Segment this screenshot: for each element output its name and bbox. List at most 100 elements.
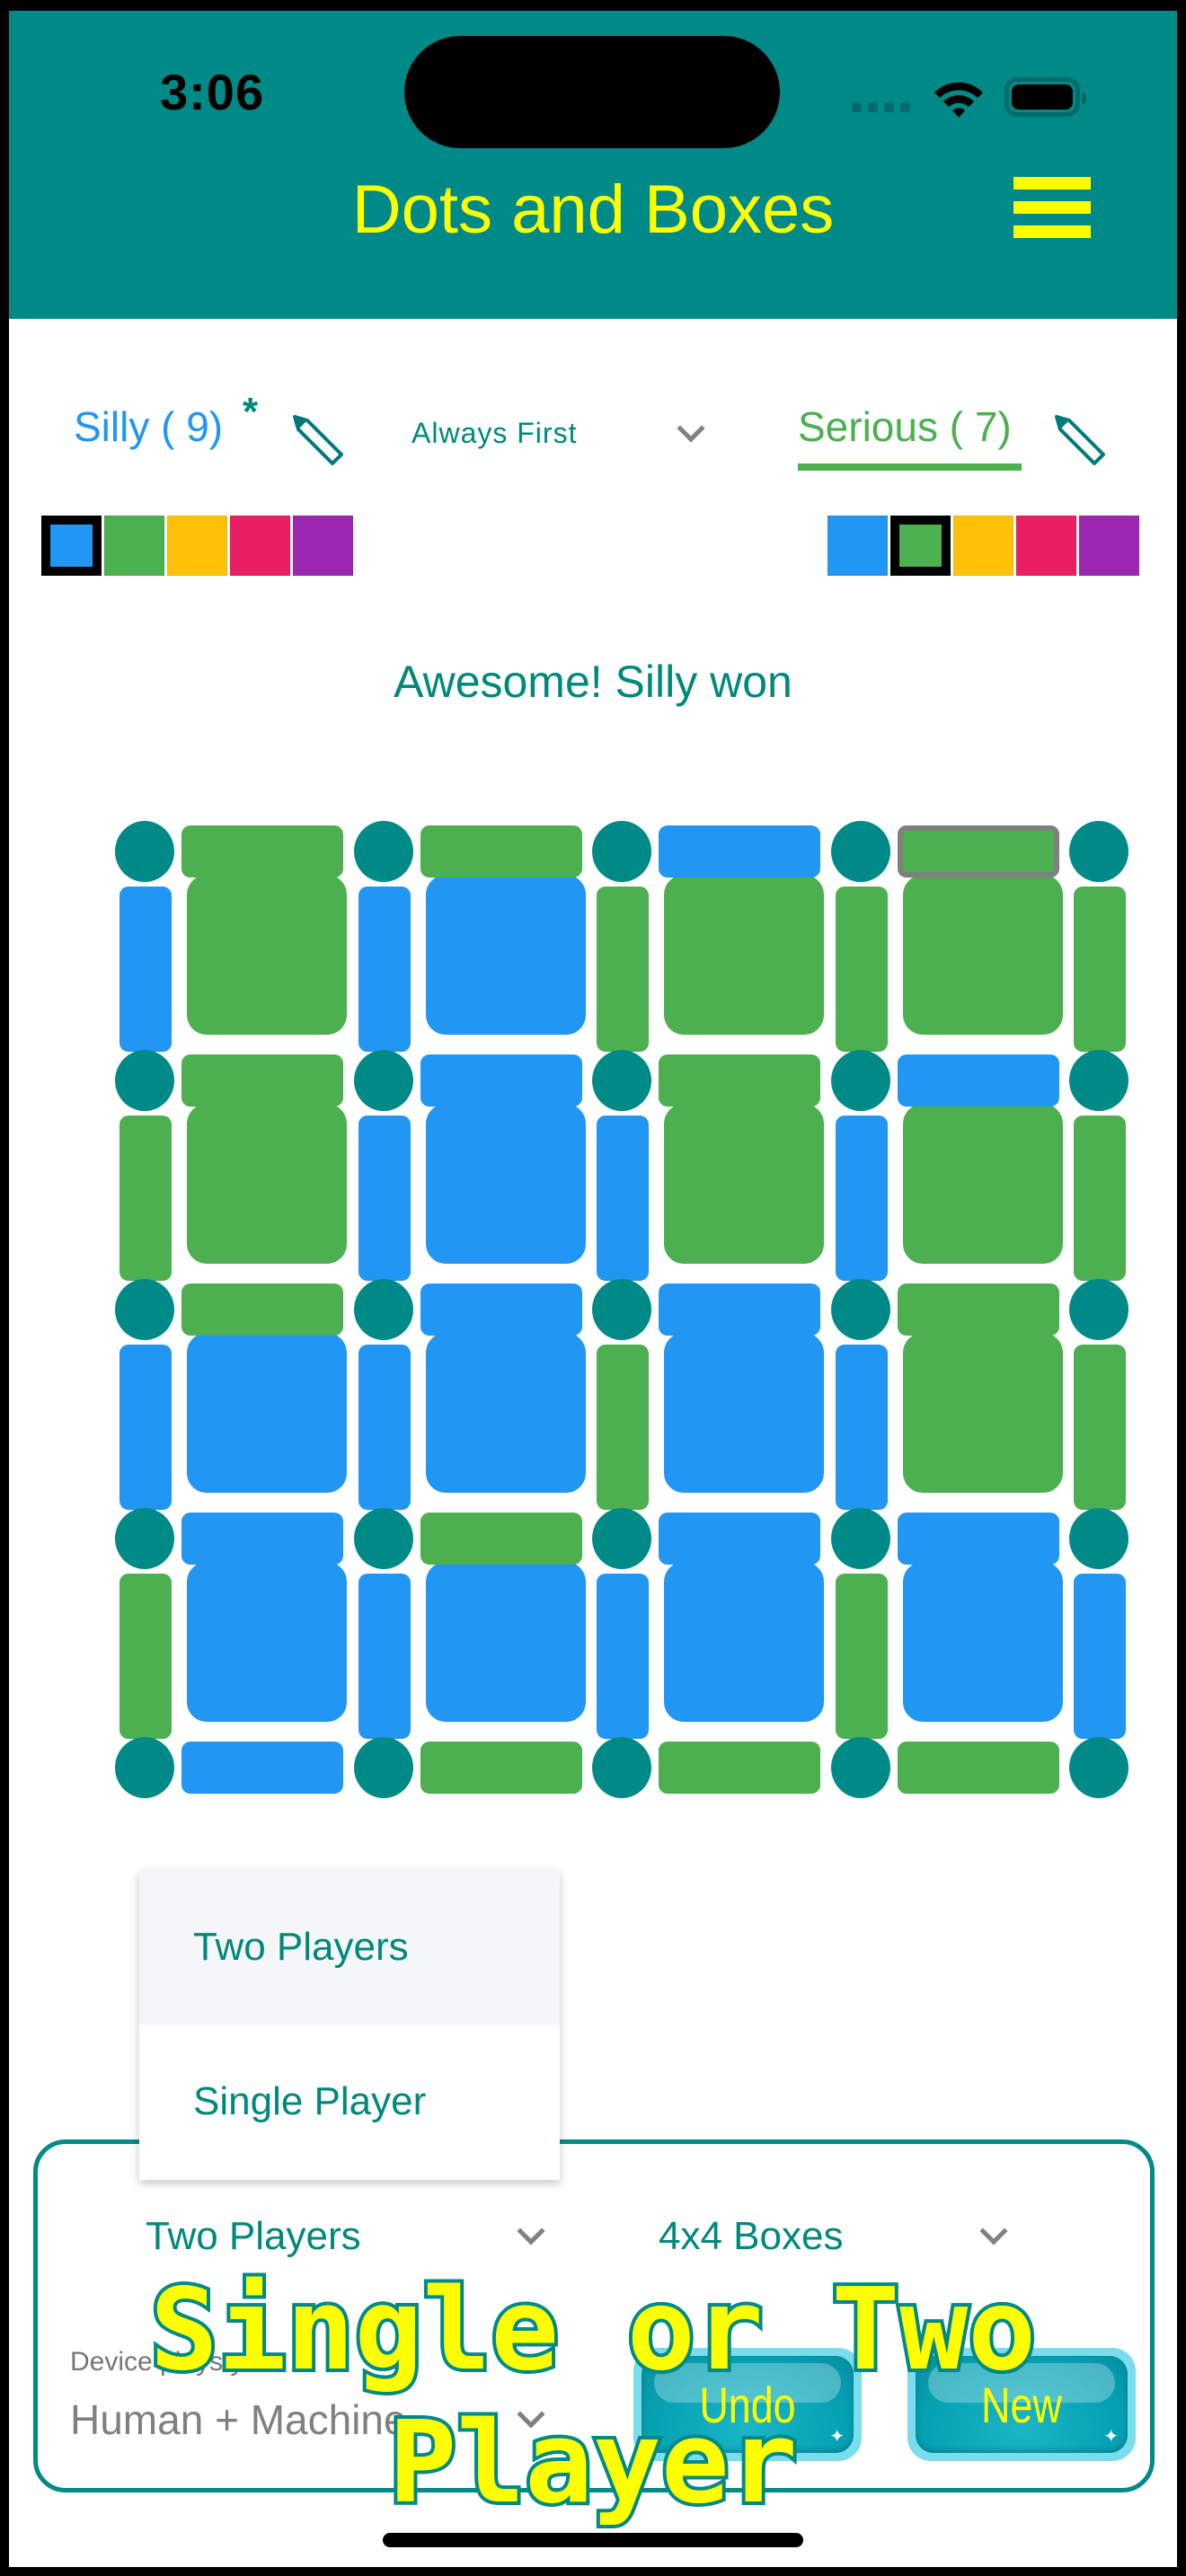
- grid-dot: [592, 1737, 651, 1798]
- claimed-box: [902, 875, 1063, 1035]
- grid-dot: [592, 1279, 651, 1340]
- vertical-line[interactable]: [597, 1345, 649, 1510]
- dropdown-option-single-player[interactable]: Single Player: [139, 2025, 560, 2179]
- horizontal-line[interactable]: [181, 825, 343, 878]
- vertical-line[interactable]: [358, 887, 411, 1052]
- horizontal-line[interactable]: [420, 1513, 582, 1565]
- horizontal-line[interactable]: [897, 1284, 1059, 1336]
- claimed-box: [664, 1562, 824, 1722]
- vertical-line[interactable]: [1074, 1116, 1126, 1281]
- grid-dot: [592, 821, 651, 882]
- grid-dot: [592, 1050, 651, 1111]
- horizontal-line[interactable]: [659, 825, 820, 878]
- vertical-line[interactable]: [1074, 1574, 1126, 1739]
- edit-right-player-pencil-icon[interactable]: [1051, 413, 1109, 469]
- horizontal-line[interactable]: [420, 1054, 582, 1107]
- player-right-name[interactable]: Serious ( 7): [798, 402, 1022, 471]
- grid-dot: [1069, 821, 1128, 882]
- first-move-select[interactable]: Always First: [412, 414, 717, 462]
- horizontal-line[interactable]: [420, 1284, 582, 1336]
- active-player-underline: [798, 463, 1022, 471]
- grid-dot: [353, 1737, 413, 1798]
- vertical-line[interactable]: [119, 887, 172, 1052]
- horizontal-line[interactable]: [897, 1054, 1059, 1107]
- vertical-line[interactable]: [1074, 887, 1126, 1052]
- vertical-line[interactable]: [835, 1574, 888, 1739]
- grid-dot: [115, 821, 174, 882]
- claimed-box: [902, 1562, 1063, 1722]
- horizontal-line[interactable]: [181, 1054, 343, 1107]
- vertical-line[interactable]: [358, 1116, 411, 1281]
- horizontal-line[interactable]: [420, 825, 582, 878]
- chevron-down-icon: [517, 2217, 545, 2245]
- vertical-line[interactable]: [1074, 1345, 1126, 1510]
- hamburger-menu-icon[interactable]: [1013, 177, 1091, 240]
- right-color-picker: [828, 516, 1142, 576]
- caption-line-2: Player: [385, 2393, 801, 2532]
- horizontal-line[interactable]: [659, 1513, 820, 1565]
- right-color-swatch[interactable]: [828, 516, 888, 576]
- claimed-box: [425, 875, 586, 1035]
- app-screen: 3:06 Dots and Boxes Silly ( 9) * Always …: [9, 11, 1177, 2567]
- claimed-box: [664, 1333, 824, 1493]
- player-mode-select[interactable]: Two Players: [146, 2214, 550, 2268]
- right-color-swatch[interactable]: [890, 516, 951, 576]
- claimed-box: [425, 1562, 586, 1722]
- horizontal-line[interactable]: [181, 1742, 343, 1794]
- vertical-line[interactable]: [835, 887, 888, 1052]
- chevron-down-icon: [979, 2217, 1008, 2245]
- left-color-swatch[interactable]: [293, 516, 353, 576]
- claimed-box: [664, 875, 824, 1035]
- vertical-line[interactable]: [358, 1345, 411, 1510]
- vertical-line[interactable]: [358, 1574, 411, 1739]
- last-move-horizontal-line[interactable]: [897, 825, 1059, 878]
- left-color-swatch[interactable]: [230, 516, 290, 576]
- grid-dot: [1069, 1737, 1128, 1798]
- right-color-swatch[interactable]: [1079, 516, 1139, 576]
- player-left-name[interactable]: Silly ( 9) *: [74, 390, 258, 451]
- vertical-line[interactable]: [119, 1345, 172, 1510]
- claimed-box: [425, 1333, 586, 1493]
- vertical-line[interactable]: [119, 1116, 172, 1281]
- grid-dot: [353, 1050, 413, 1111]
- horizontal-line[interactable]: [420, 1742, 582, 1794]
- grid-dot: [592, 1508, 651, 1569]
- grid-dot: [115, 1737, 174, 1798]
- cellular-signal-icon: [852, 102, 910, 112]
- left-color-swatch[interactable]: [167, 516, 227, 576]
- vertical-line[interactable]: [119, 1574, 172, 1739]
- home-indicator: [383, 2533, 803, 2547]
- grid-dot: [353, 1279, 413, 1340]
- vertical-line[interactable]: [835, 1116, 888, 1281]
- grid-dot: [353, 1508, 413, 1569]
- horizontal-line[interactable]: [181, 1284, 343, 1336]
- right-color-swatch[interactable]: [1016, 516, 1076, 576]
- first-move-value: Always First: [412, 417, 578, 449]
- horizontal-line[interactable]: [659, 1054, 820, 1107]
- battery-icon: [1005, 77, 1086, 117]
- board-size-select[interactable]: 4x4 Boxes: [659, 2214, 1018, 2268]
- horizontal-line[interactable]: [897, 1742, 1059, 1794]
- horizontal-line[interactable]: [659, 1742, 820, 1794]
- horizontal-line[interactable]: [181, 1513, 343, 1565]
- status-time: 3:06: [160, 64, 265, 120]
- vertical-line[interactable]: [597, 1116, 649, 1281]
- vertical-line[interactable]: [597, 1574, 649, 1739]
- grid-dot: [1069, 1508, 1128, 1569]
- left-color-swatch[interactable]: [41, 516, 102, 576]
- player-right-label: Serious ( 7): [798, 403, 1012, 450]
- horizontal-line[interactable]: [897, 1513, 1059, 1565]
- right-color-swatch[interactable]: [953, 516, 1013, 576]
- edit-left-player-pencil-icon[interactable]: [289, 413, 347, 469]
- horizontal-line[interactable]: [659, 1284, 820, 1336]
- grid-dot: [830, 1737, 890, 1798]
- dropdown-option-two-players[interactable]: Two Players: [139, 1870, 560, 2025]
- claimed-box: [187, 1562, 347, 1722]
- vertical-line[interactable]: [835, 1345, 888, 1510]
- grid-dot: [115, 1050, 174, 1111]
- grid-dot: [830, 1050, 890, 1111]
- vertical-line[interactable]: [597, 887, 649, 1052]
- wifi-icon: [934, 82, 983, 118]
- left-color-swatch[interactable]: [104, 516, 164, 576]
- left-color-picker: [41, 516, 356, 576]
